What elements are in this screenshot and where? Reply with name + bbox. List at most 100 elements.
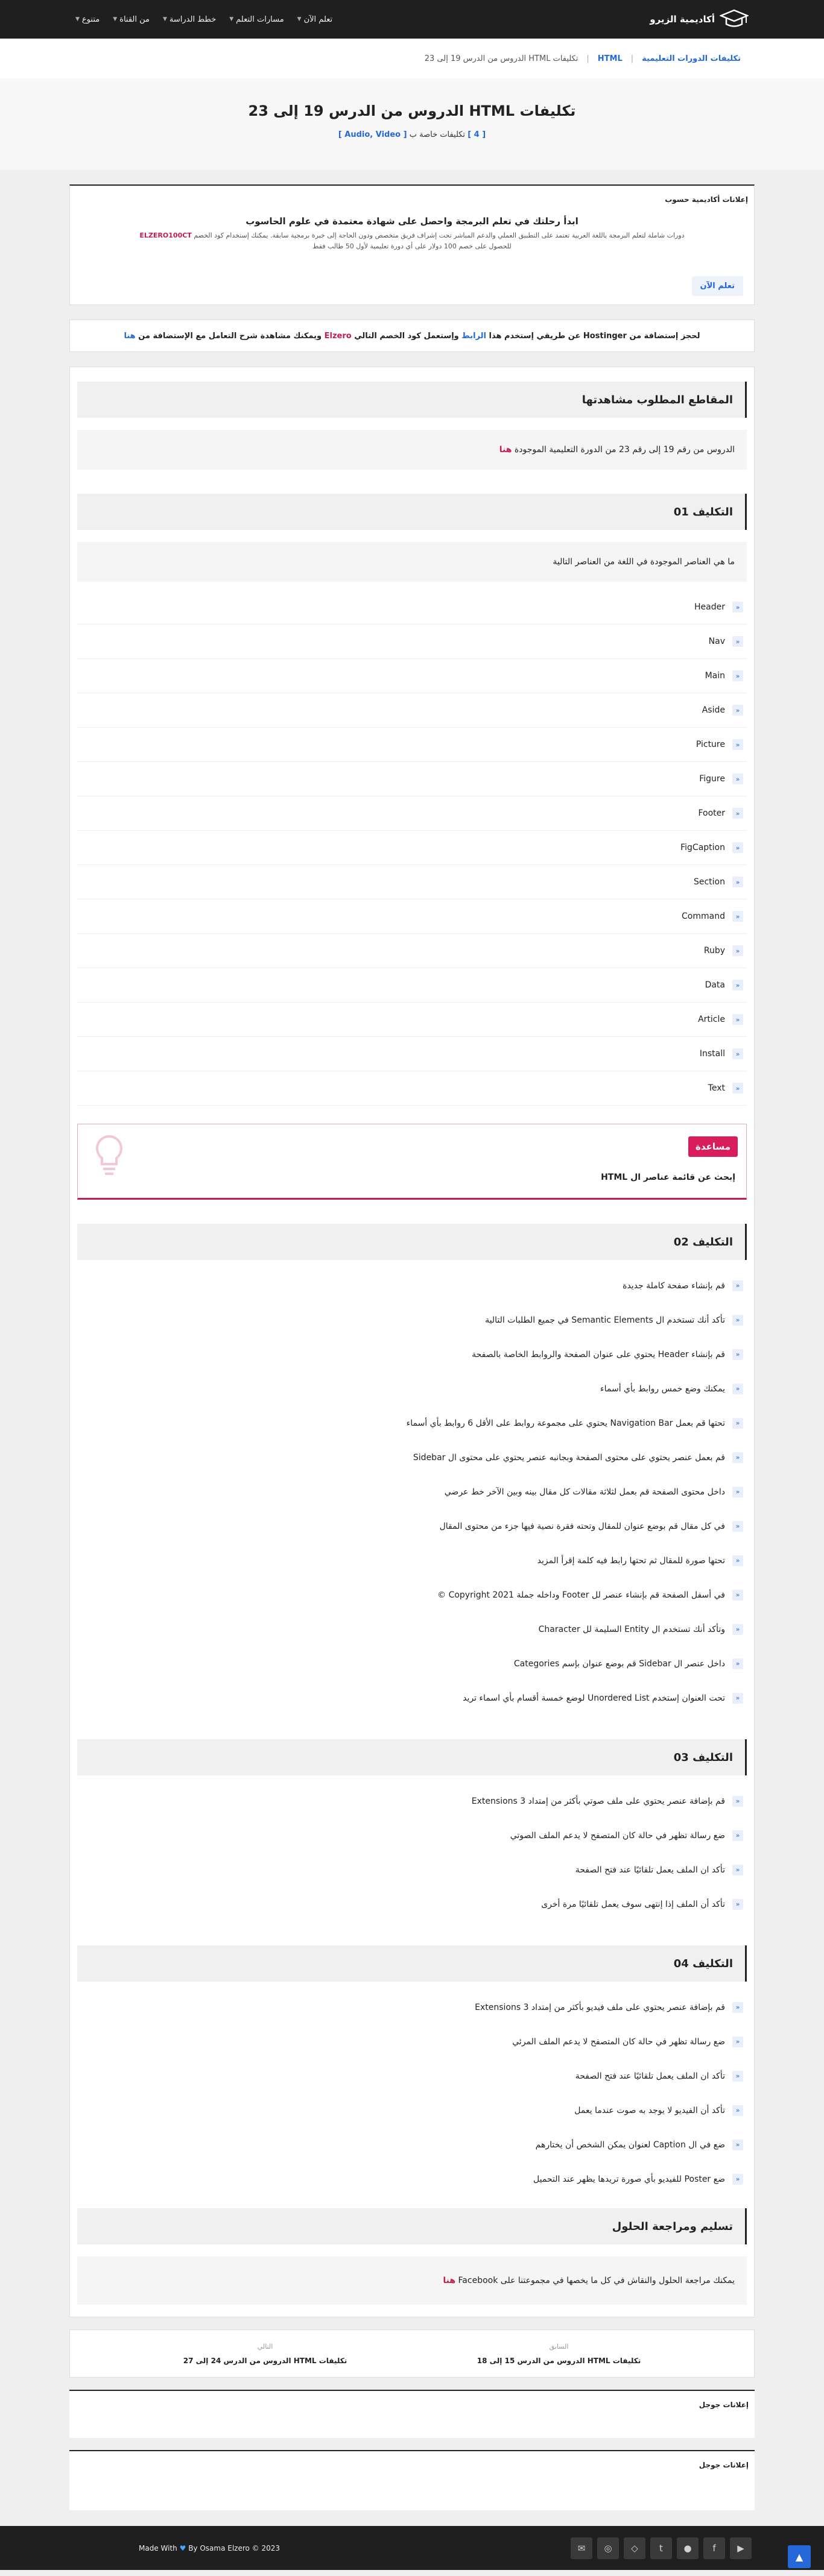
item-text: Data: [705, 980, 725, 990]
item-text: ضع رسالة تظهر في حالة كان المتصفح لا يدع…: [512, 2036, 725, 2047]
item-text: تأكد ان الملف يعمل تلقائيًا عند فتح الصف…: [575, 2071, 725, 2081]
list-item: « قم بعمل عنصر يحتوي على محتوى الصفحة وبج…: [77, 1440, 747, 1475]
help-badge: مساعدة: [688, 1136, 738, 1157]
chevron-down-icon: ▼: [229, 16, 234, 22]
videos-here-link[interactable]: هنا: [499, 445, 512, 455]
item-text: Article: [698, 1015, 725, 1024]
subtitle-label: تكليفات خاصة ب: [409, 130, 466, 139]
item-text: Header: [694, 602, 725, 612]
item-text: Main: [705, 671, 725, 681]
item-text: Command: [682, 912, 725, 921]
discount-code: ELZERO100CT: [139, 231, 192, 239]
double-chevron-icon: «: [732, 1658, 743, 1669]
double-chevron-icon: «: [732, 1520, 743, 1532]
double-chevron-icon: «: [732, 1048, 743, 1059]
review-here-link[interactable]: هنا: [443, 2276, 455, 2285]
item-text: Picture: [696, 740, 725, 749]
nav-from-channel[interactable]: من القناة ▼: [113, 15, 150, 24]
nav-label: من القناة: [119, 14, 150, 24]
double-chevron-icon: «: [732, 636, 743, 647]
list-item: « Nav: [77, 625, 747, 659]
a2-list: « قم بإنشاء صفحة كاملة جديدة « تأكد أنك تس…: [77, 1268, 747, 1715]
list-item: « Data: [77, 968, 747, 1003]
item-text: Install: [699, 1049, 725, 1059]
list-item: « Aside: [77, 693, 747, 728]
youtube-icon[interactable]: ▶: [730, 2537, 752, 2559]
list-item: « ضع في ال Caption لعنوان يمكن الشخص أن ي…: [77, 2127, 747, 2162]
facebook-icon[interactable]: f: [703, 2537, 725, 2559]
list-item: « تأكد ان الملف يعمل تلقائيًا عند فتح الص…: [77, 2059, 747, 2093]
list-item: « Command: [77, 899, 747, 934]
email-icon[interactable]: ✉: [571, 2537, 592, 2559]
next-title[interactable]: تكليفات HTML الدروس من الدرس 24 إلى 27: [183, 2357, 347, 2365]
nav-label: متنوع: [81, 14, 100, 24]
double-chevron-icon: «: [732, 739, 743, 750]
promo-text: لحجز إستضافة من Hostinger عن طريقي إستخد…: [489, 331, 700, 341]
nav-misc[interactable]: متنوع ▼: [75, 15, 100, 24]
nav-label: مسارات التعلم: [236, 14, 284, 24]
instagram-icon[interactable]: ◎: [597, 2537, 619, 2559]
site-logo[interactable]: أكاديمية الزيرو: [650, 8, 749, 30]
item-text: تأكد أن الملف إذا إنتهى سوف يعمل تلقائيً…: [541, 1899, 725, 1909]
nav-study-plans[interactable]: خطط الدراسة ▼: [163, 15, 216, 24]
ads-heading[interactable]: ابدأ رحلتك في تعلم البرمجة واحصل على شها…: [82, 216, 742, 227]
list-item: « Figure: [77, 762, 747, 796]
double-chevron-icon: «: [732, 1692, 743, 1704]
double-chevron-icon: «: [732, 1314, 743, 1326]
list-item: « يمكنك وضع خمس روابط بأي أسماء: [77, 1371, 747, 1406]
item-text: قم بإضافة عنصر يحتوي على ملف صوتي بأكثر …: [471, 1796, 725, 1806]
help-box: مساعدة إبحث عن قائمة عناصر ال HTML: [77, 1124, 747, 1200]
site-footer: ✉ ◎ ◇ t ● f ▶ Made With ♥ By Osama Elzer…: [0, 2526, 824, 2570]
breadcrumb-html[interactable]: HTML: [598, 54, 623, 63]
item-text: تأكد ان الملف يعمل تلقائيًا عند فتح الصف…: [575, 1865, 725, 1875]
learn-now-button[interactable]: تعلم الآن: [691, 276, 743, 296]
videos-text: الدروس من رقم 19 إلى رقم 23 من الدورة ال…: [514, 445, 735, 455]
double-chevron-icon: «: [732, 2070, 743, 2082]
list-item: « Ruby: [77, 934, 747, 968]
logo-text: أكاديمية الزيرو: [650, 14, 715, 25]
list-item: « تأكد ان الملف يعمل تلقائيًا عند فتح الص…: [77, 1853, 747, 1887]
promo-link[interactable]: الرابط: [461, 332, 486, 341]
item-text: داخل محتوى الصفحة قم بعمل لثلاثة مقالات …: [444, 1487, 725, 1497]
double-chevron-icon: «: [732, 2139, 743, 2150]
ads-body: ابدأ رحلتك في تعلم البرمجة واحصل على شها…: [70, 216, 754, 251]
previous-post[interactable]: السابق تكليفات HTML الدروس من الدرس 15 إ…: [477, 2343, 641, 2365]
nav-learning-paths[interactable]: مسارات التعلم ▼: [229, 15, 284, 24]
page-hero: تكليفات HTML الدروس من الدرس 19 إلى 23 […: [0, 78, 824, 170]
breadcrumb-assignments[interactable]: تكليفات الدورات التعليمية: [642, 54, 741, 63]
next-post[interactable]: التالي تكليفات HTML الدروس من الدرس 24 إ…: [183, 2343, 347, 2365]
double-chevron-icon: «: [732, 1417, 743, 1429]
assignment-count: [ 4 ]: [467, 130, 486, 139]
item-text: داخل عنصر ال Sidebar قم بوضع عنوان بإسم …: [513, 1658, 725, 1669]
item-text: Nav: [708, 637, 725, 646]
item-text: في كل مقال قم بوضع عنوان للمقال وتحته فق…: [439, 1521, 725, 1531]
section-heading-videos: المقاطع المطلوب مشاهدتها: [77, 382, 747, 418]
twitter-icon[interactable]: t: [650, 2537, 672, 2559]
nav-learn-now[interactable]: تعلم الآن ▼: [297, 15, 332, 24]
item-text: تحتها قم بعمل Navigation Bar يحتوي على م…: [406, 1418, 725, 1428]
item-text: Text: [708, 1083, 725, 1093]
double-chevron-icon: «: [732, 670, 743, 681]
list-item: « داخل محتوى الصفحة قم بعمل لثلاثة مقالات…: [77, 1475, 747, 1509]
promo-text: ويمكنك مشاهدة شرح التعامل مع الإستضافة م…: [138, 331, 322, 341]
double-chevron-icon: «: [732, 2173, 743, 2185]
previous-title[interactable]: تكليفات HTML الدروس من الدرس 15 إلى 18: [477, 2357, 641, 2365]
help-text: إبحث عن قائمة عناصر ال HTML: [601, 1173, 735, 1182]
list-item: « قم بإضافة عنصر يحتوي على ملف صوتي بأكثر…: [77, 1784, 747, 1818]
topic-tags[interactable]: [ Audio, Video ]: [338, 130, 407, 139]
list-item: « Picture: [77, 728, 747, 762]
scroll-to-top-button[interactable]: ▲: [788, 2545, 811, 2568]
author-text: By Osama Elzero © 2023: [188, 2543, 280, 2552]
ads-title: إعلانات أكاديمية حسوب: [665, 195, 748, 204]
assignments-content: المقاطع المطلوب مشاهدتها الدروس من رقم 1…: [69, 367, 755, 2317]
copyright: Made With ♥ By Osama Elzero © 2023: [139, 2544, 280, 2552]
github-icon[interactable]: ●: [677, 2537, 699, 2559]
chevron-down-icon: ▼: [75, 16, 80, 22]
codepen-icon[interactable]: ◇: [624, 2537, 645, 2559]
item-text: ضع رسالة تظهر في حالة كان المتصفح لا يدع…: [510, 1830, 725, 1841]
list-item: « تحت العنوان إستخدم Unordered List لوضع …: [77, 1681, 747, 1715]
item-text: قم بإنشاء صفحة كاملة جديدة: [623, 1280, 725, 1291]
list-item: « ضع رسالة تظهر في حالة كان المتصفح لا يد…: [77, 2024, 747, 2059]
promo-here-link[interactable]: هنا: [124, 332, 135, 341]
item-text: ضع في ال Caption لعنوان يمكن الشخص أن يخ…: [535, 2140, 725, 2150]
